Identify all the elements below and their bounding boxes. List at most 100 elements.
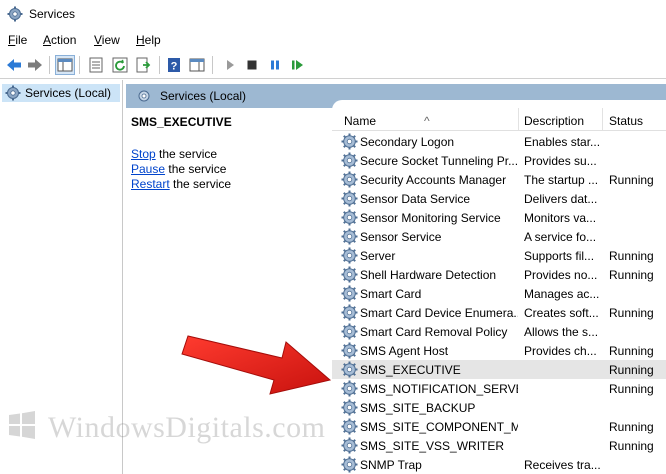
table-row[interactable]: Security Accounts Manager The startup ...… — [332, 170, 666, 189]
table-row[interactable]: SMS_SITE_COMPONENT_M... Running — [332, 417, 666, 436]
red-arrow-icon — [181, 335, 332, 395]
service-gear-icon — [341, 342, 358, 359]
service-name: Smart Card Device Enumera... — [360, 306, 518, 320]
table-row[interactable]: Smart Card Device Enumera... Creates soft… — [332, 303, 666, 322]
service-name: SMS_NOTIFICATION_SERVER — [360, 382, 518, 396]
service-status: Running — [609, 306, 654, 320]
service-status: Running — [609, 439, 654, 453]
services-gear-icon — [5, 85, 21, 101]
service-status: Running — [609, 420, 654, 434]
service-status: Running — [609, 363, 654, 377]
service-name: Server — [360, 249, 396, 263]
sort-indicator-icon: ^ — [424, 114, 430, 128]
selected-service-name: SMS_EXECUTIVE — [131, 115, 232, 129]
stop-link[interactable]: Stop — [131, 147, 156, 161]
table-row[interactable]: Sensor Monitoring Service Monitors va... — [332, 208, 666, 227]
menu-action[interactable]: Action — [43, 33, 76, 47]
console-tree-button[interactable] — [55, 55, 75, 75]
table-row[interactable]: Shell Hardware Detection Provides no... Ru… — [332, 265, 666, 284]
service-description: Allows the s... — [524, 325, 599, 339]
services-list: ^ Name Description Status Secondary Logo… — [332, 100, 666, 474]
menu-view[interactable]: View — [94, 33, 120, 47]
service-gear-icon — [341, 361, 358, 378]
table-row[interactable]: SMS Agent Host Provides ch... Running — [332, 341, 666, 360]
service-status: Running — [609, 249, 654, 263]
panel-title: Services (Local) — [160, 89, 247, 103]
start-service-button[interactable] — [220, 55, 240, 75]
service-name: Secure Socket Tunneling Pr... — [360, 154, 518, 168]
title-bar: Services — [0, 0, 666, 28]
service-description: Supports fil... — [524, 249, 595, 263]
table-row[interactable]: Sensor Service A service fo... — [332, 227, 666, 246]
service-name: SMS_SITE_COMPONENT_M... — [360, 420, 518, 434]
service-gear-icon — [341, 285, 358, 302]
export-button[interactable] — [134, 55, 154, 75]
table-row[interactable]: Secure Socket Tunneling Pr... Provides su… — [332, 151, 666, 170]
service-name: Smart Card — [360, 287, 422, 301]
service-name: Security Accounts Manager — [360, 173, 507, 187]
service-gear-icon — [341, 418, 358, 435]
service-name: SMS_SITE_BACKUP — [360, 401, 476, 415]
refresh-icon — [112, 57, 128, 73]
service-status: Running — [609, 268, 654, 282]
column-header-description[interactable]: Description — [524, 114, 584, 128]
service-description: Receives tra... — [524, 458, 601, 472]
table-row[interactable]: SMS_SITE_BACKUP — [332, 398, 666, 417]
table-row[interactable]: SMS_NOTIFICATION_SERVER Running — [332, 379, 666, 398]
service-description: Creates soft... — [524, 306, 599, 320]
table-row[interactable]: Smart Card Manages ac... — [332, 284, 666, 303]
service-gear-icon — [341, 133, 358, 150]
service-description: A service fo... — [524, 230, 597, 244]
properties-icon — [89, 57, 103, 73]
table-row[interactable]: Secondary Logon Enables star... — [332, 132, 666, 151]
properties-button[interactable] — [86, 55, 106, 75]
start-icon — [227, 60, 234, 70]
service-description: Monitors va... — [524, 211, 597, 225]
service-name: SNMP Trap — [360, 458, 422, 472]
help-icon: ? — [168, 58, 180, 73]
service-gear-icon — [341, 266, 358, 283]
pause-action: Pause the service — [131, 162, 227, 176]
service-gear-icon — [341, 437, 358, 454]
watermark: WindowsDigitals.com — [0, 404, 340, 448]
menu-help[interactable]: Help — [136, 33, 161, 47]
service-status: Running — [609, 382, 654, 396]
table-row[interactable]: SMS_SITE_VSS_WRITER Running — [332, 436, 666, 455]
column-header-status[interactable]: Status — [609, 114, 643, 128]
help-button[interactable]: ? — [164, 55, 184, 75]
menu-bar: File Action View Help — [0, 30, 666, 50]
service-gear-icon — [341, 304, 358, 321]
service-gear-icon — [341, 228, 358, 245]
pause-link[interactable]: Pause — [131, 162, 165, 176]
table-row[interactable]: Sensor Data Service Delivers dat... — [332, 189, 666, 208]
table-row[interactable]: Server Supports fil... Running — [332, 246, 666, 265]
stop-service-button[interactable] — [242, 55, 262, 75]
table-row[interactable]: Smart Card Removal Policy Allows the s... — [332, 322, 666, 341]
service-gear-icon — [341, 380, 358, 397]
stop-action: Stop the service — [131, 147, 218, 161]
service-gear-icon — [341, 247, 358, 264]
column-header-name[interactable]: Name — [344, 114, 376, 128]
service-gear-icon — [341, 209, 358, 226]
back-button[interactable] — [4, 55, 24, 75]
tree-item-services-local[interactable]: Services (Local) — [2, 84, 120, 102]
service-description: Manages ac... — [524, 287, 600, 301]
forward-icon — [28, 59, 42, 71]
table-row[interactable]: SNMP Trap Receives tra... — [332, 455, 666, 474]
show-hide-pane-button[interactable] — [187, 55, 207, 75]
service-description: Delivers dat... — [524, 192, 598, 206]
table-row[interactable]: SMS_EXECUTIVE Running — [332, 360, 666, 379]
restart-action: Restart the service — [131, 177, 232, 191]
resume-service-button[interactable] — [288, 55, 308, 75]
menu-file[interactable]: File — [8, 33, 27, 47]
toolbar: ? — [0, 52, 666, 79]
pause-service-button[interactable] — [265, 55, 285, 75]
restart-link[interactable]: Restart — [131, 177, 170, 191]
window-title: Services — [29, 7, 76, 21]
refresh-button[interactable] — [110, 55, 130, 75]
service-description: Provides su... — [524, 154, 597, 168]
service-description: The startup ... — [524, 173, 599, 187]
resume-icon — [292, 60, 303, 70]
services-gear-icon — [7, 6, 23, 22]
forward-button[interactable] — [25, 55, 45, 75]
